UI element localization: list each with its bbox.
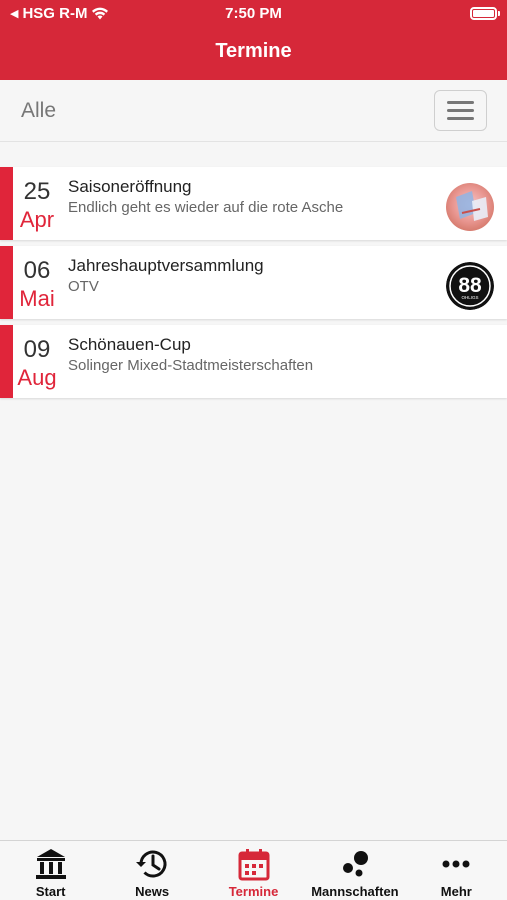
event-month: Mai <box>19 286 55 311</box>
bank-icon <box>35 849 66 879</box>
tab-label: Start <box>35 884 66 899</box>
event-subtitle: Solinger Mixed-Stadtmeisterschaften <box>68 357 314 374</box>
event-accent-bar <box>0 325 13 398</box>
logo-number: 88 <box>458 274 482 297</box>
event-title: Schönauen-Cup <box>68 335 191 354</box>
event-accent-bar <box>0 246 13 319</box>
club-photo-icon <box>446 183 494 231</box>
hamburger-line <box>447 109 474 112</box>
hamburger-line <box>447 117 474 120</box>
page-title: Termine <box>215 40 292 62</box>
more-dots-icon <box>442 860 470 868</box>
filter-label[interactable]: Alle <box>21 99 56 123</box>
tab-label: Mannschaften <box>311 884 399 899</box>
event-day: 09 <box>23 336 51 363</box>
tab-label: News <box>135 884 170 899</box>
status-time: 7:50 PM <box>225 5 282 22</box>
event-row[interactable]: 09 Aug Schönauen-Cup Solinger Mixed-Stad… <box>0 325 507 398</box>
tab-mannschaften[interactable]: Mannschaften <box>304 841 405 900</box>
filter-bar: Alle <box>0 80 507 142</box>
tab-label: Mehr <box>440 884 472 899</box>
calendar-icon <box>238 849 270 881</box>
event-subtitle: Endlich geht es wieder auf die rote Asch… <box>68 199 344 216</box>
event-day: 06 <box>23 257 51 284</box>
status-bar: ◀ HSG R-M 7:50 PM <box>0 0 507 28</box>
logo-subtext: OHLIGS <box>461 295 478 300</box>
group-dots-icon <box>342 851 368 877</box>
tab-label: Termine <box>228 884 279 899</box>
tab-bar: Start News Termine Mannschaften Mehr <box>0 840 507 900</box>
event-month: Aug <box>17 365 57 390</box>
event-title: Jahreshauptversammlung <box>68 256 264 275</box>
tab-mehr[interactable]: Mehr <box>406 841 507 900</box>
tab-start[interactable]: Start <box>0 841 101 900</box>
filter-menu-button[interactable] <box>434 90 487 131</box>
app-header: ◀ HSG R-M 7:50 PM Termine <box>0 0 507 80</box>
club-88-logo-icon: 88 OHLIGS <box>446 262 494 310</box>
event-accent-bar <box>0 167 13 240</box>
tab-news[interactable]: News <box>101 841 202 900</box>
tab-termine[interactable]: Termine <box>203 841 304 900</box>
hamburger-line <box>447 101 474 104</box>
event-day: 25 <box>23 178 51 205</box>
event-row[interactable]: 06 Mai Jahreshauptversammlung OTV 88 OHL… <box>0 246 507 319</box>
event-title: Saisoneröffnung <box>68 177 192 196</box>
battery-icon <box>470 7 500 20</box>
event-month: Apr <box>19 207 55 232</box>
event-row[interactable]: 25 Apr Saisoneröffnung Endlich geht es w… <box>0 167 507 240</box>
event-subtitle: OTV <box>68 278 99 295</box>
history-icon <box>136 850 167 878</box>
